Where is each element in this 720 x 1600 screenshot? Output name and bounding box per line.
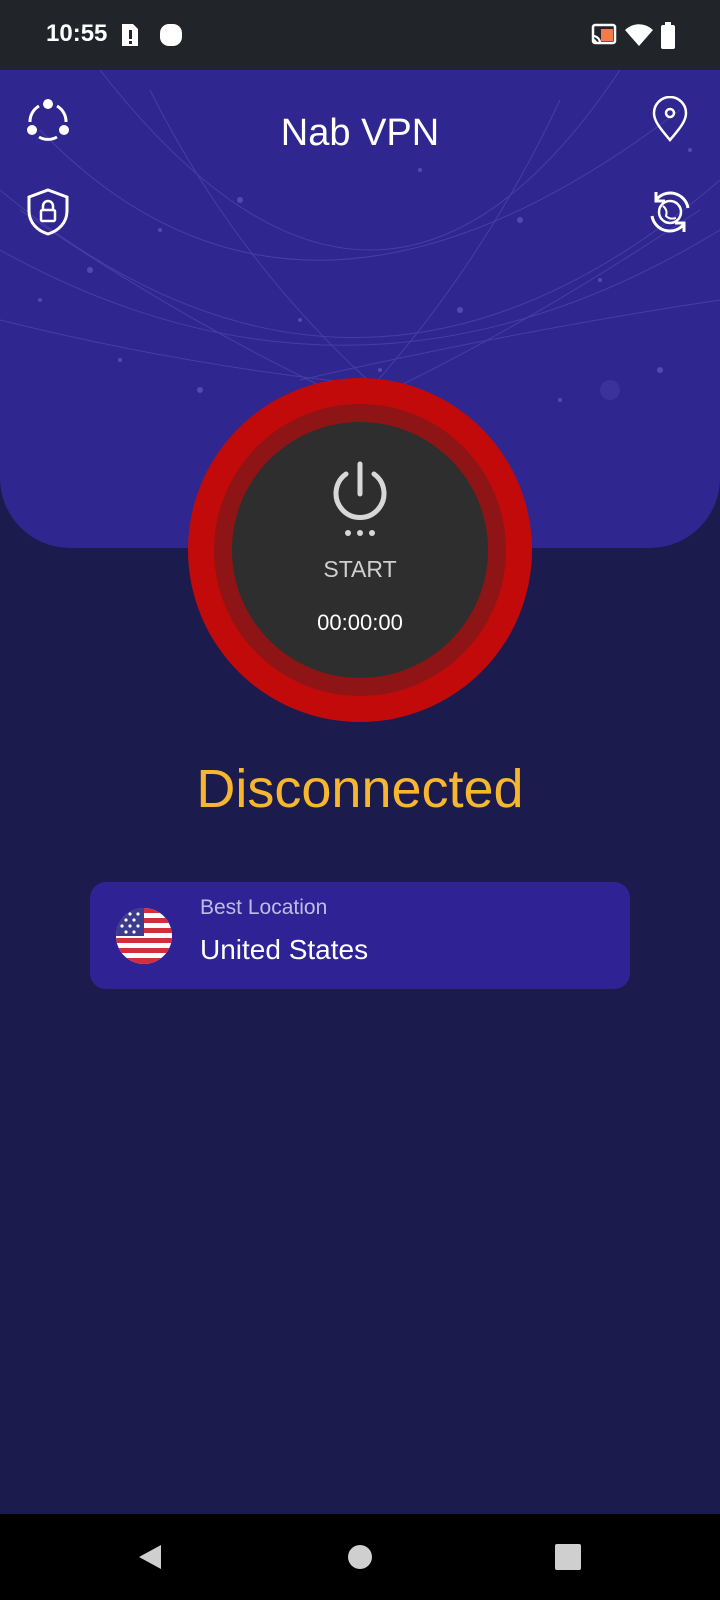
back-button[interactable] bbox=[90, 1514, 210, 1600]
us-flag-icon bbox=[116, 908, 172, 964]
connection-status: Disconnected bbox=[196, 759, 524, 819]
home-icon bbox=[348, 1545, 372, 1569]
back-icon bbox=[139, 1545, 161, 1569]
cast-icon bbox=[590, 22, 618, 53]
notification-dot-icon bbox=[158, 22, 184, 53]
status-time: 10:55 bbox=[46, 20, 108, 47]
location-button[interactable] bbox=[640, 90, 700, 150]
location-label: Best Location bbox=[200, 896, 328, 919]
battery-icon bbox=[660, 22, 676, 55]
privacy-button[interactable] bbox=[18, 182, 78, 242]
start-label: START bbox=[323, 556, 397, 582]
status-bar: 10:55 bbox=[0, 0, 720, 70]
location-selector[interactable]: Best Location United States bbox=[90, 882, 630, 989]
shield-lock-icon bbox=[27, 188, 69, 236]
vpn-screen: 10:55 Nab VPN START 00:00:00 Disconnecte… bbox=[0, 0, 720, 1600]
sim-alert-icon bbox=[120, 22, 140, 53]
navigation-bar bbox=[0, 1514, 720, 1600]
home-button[interactable] bbox=[300, 1514, 420, 1600]
recents-icon bbox=[555, 1544, 581, 1570]
app-title: Nab VPN bbox=[280, 112, 440, 154]
refresh-server-button[interactable] bbox=[640, 182, 700, 242]
location-pin-icon bbox=[652, 96, 688, 142]
share-button[interactable] bbox=[18, 90, 78, 150]
location-country: United States bbox=[200, 934, 369, 965]
refresh-globe-icon bbox=[650, 191, 690, 233]
power-icon bbox=[328, 460, 392, 545]
recents-button[interactable] bbox=[508, 1514, 628, 1600]
connection-timer: 00:00:00 bbox=[317, 610, 403, 635]
share-icon bbox=[27, 99, 69, 141]
wifi-icon bbox=[624, 22, 654, 53]
